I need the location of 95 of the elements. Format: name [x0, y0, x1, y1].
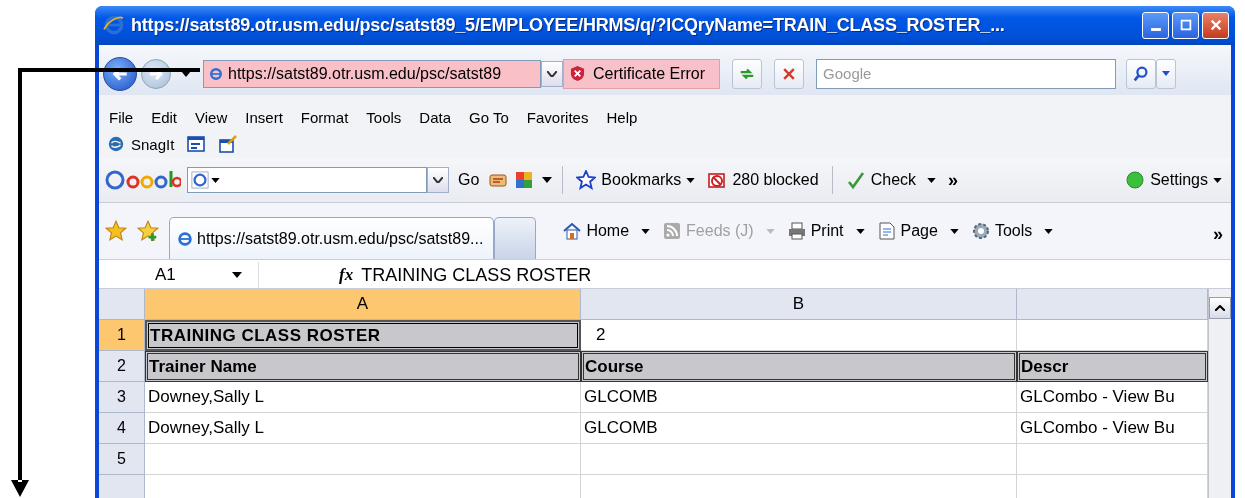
add-favorite-icon[interactable] [137, 220, 159, 243]
puzzle-icon[interactable] [514, 170, 535, 191]
maximize-button[interactable] [1172, 11, 1199, 39]
window-capture-icon[interactable] [186, 134, 207, 155]
refresh-button[interactable] [732, 58, 763, 89]
command-button[interactable]: Page [874, 221, 961, 242]
google-search-field[interactable] [187, 167, 427, 194]
status-dot-icon [1125, 170, 1146, 191]
table-cell: GLCOMB [581, 413, 1017, 444]
check-mark-icon [845, 170, 866, 191]
dropdown-button[interactable] [541, 60, 563, 87]
caret-icon [855, 228, 865, 234]
settings-button[interactable]: Settings [1122, 170, 1225, 191]
menu-item[interactable]: Help [598, 109, 648, 127]
caret-icon [1162, 71, 1171, 77]
caret-icon [232, 272, 242, 279]
browser-tab[interactable]: https://satst89.otr.usm.edu/psc/satst89... [169, 217, 495, 260]
house-icon [562, 221, 583, 242]
spell-check-button[interactable]: Check [842, 170, 940, 191]
table-cell: Course [581, 351, 1017, 382]
command-button[interactable]: Print [784, 221, 867, 242]
feed-icon [662, 221, 683, 242]
caret-icon [641, 228, 651, 234]
search-field[interactable]: Google [816, 58, 1117, 89]
scroll-up-button[interactable] [1209, 297, 1231, 319]
google-g-icon [191, 171, 209, 190]
menu-item[interactable]: Edit [143, 109, 188, 127]
row-header[interactable]: 5 [99, 444, 145, 475]
menu-item[interactable]: File [107, 109, 144, 127]
address-field[interactable]: https://satst89.otr.usm.edu/psc/satst89 [203, 59, 541, 88]
search-button[interactable] [1126, 58, 1157, 89]
formula-field[interactable]: TRAINING CLASS ROSTER [361, 264, 592, 286]
blocked-window-icon [707, 170, 728, 191]
name-box[interactable]: A1 [99, 262, 259, 288]
column-header[interactable]: A [145, 289, 581, 320]
minimize-button[interactable] [1142, 11, 1169, 39]
page-icon [208, 65, 224, 82]
gear-icon [970, 221, 991, 242]
menu-item[interactable]: Format [292, 109, 359, 127]
table-cell: Downey,Sally L [145, 382, 581, 413]
column-header[interactable]: B [581, 289, 1017, 320]
row-header[interactable]: 2 [99, 351, 145, 382]
command-button[interactable]: Tools [968, 221, 1056, 242]
go-button[interactable]: Go [455, 171, 483, 190]
caret-icon [686, 177, 696, 183]
chevron-up-icon [1215, 305, 1225, 311]
table-cell: Trainer Name [145, 351, 581, 382]
menu-item[interactable]: Tools [358, 109, 412, 127]
close-button[interactable] [1202, 11, 1229, 39]
bookmarks-button[interactable]: Bookmarks [573, 170, 699, 191]
window-title: https://satst89.otr.usm.edu/psc/satst89_5/EMPLOYEE/HRMS/q/?ICQryName=TRAIN_CLASS_ROSTER_... [131, 14, 1006, 36]
row-header[interactable]: 3 [99, 382, 145, 413]
caret-icon [1213, 177, 1222, 183]
menu-item[interactable]: View [187, 109, 238, 127]
command-button[interactable]: Home [560, 221, 653, 242]
row-header[interactable]: 4 [99, 413, 145, 444]
page-icon [176, 229, 194, 248]
snagit-logo-icon [107, 135, 125, 154]
favorites-star-icon[interactable] [105, 220, 127, 243]
table-cell: TRAINING CLASS ROSTER [145, 320, 581, 351]
caret-icon[interactable] [211, 177, 220, 183]
printer-icon [786, 221, 807, 242]
chevron-icon [547, 70, 557, 77]
caret-icon[interactable] [542, 177, 553, 184]
menu-item[interactable]: Go To [461, 109, 519, 127]
popup-blocker-button[interactable]: 280 blocked [704, 170, 822, 191]
star-icon [576, 170, 597, 191]
close-icon [1208, 18, 1223, 33]
menu-item[interactable]: Data [411, 109, 462, 127]
dropdown-button[interactable] [427, 167, 449, 194]
window-edit-icon[interactable] [218, 134, 239, 155]
chevron-icon [433, 177, 443, 184]
more-button[interactable]: » [1211, 223, 1225, 245]
menu-item[interactable]: Favorites [518, 109, 599, 127]
minimize-icon [1150, 27, 1161, 31]
search-options-button[interactable] [1156, 58, 1177, 89]
more-button[interactable]: » [945, 169, 962, 191]
caret-icon [1044, 228, 1054, 234]
page-icon [876, 221, 897, 242]
function-label: fx [339, 265, 354, 286]
table-cell: GLCOMB [581, 382, 1017, 413]
caret-icon [949, 228, 959, 234]
table-cell: Descr [1017, 351, 1208, 382]
certificate-error-button[interactable]: Certificate Error [563, 58, 721, 89]
shield-icon [570, 65, 585, 83]
menu-item[interactable]: Insert [237, 109, 293, 127]
snagit-button[interactable]: SnagIt [107, 135, 175, 154]
caret-icon [765, 228, 775, 234]
table-cell: Downey,Sally L [145, 413, 581, 444]
maximize-icon [1178, 18, 1193, 33]
scrollbar[interactable] [1208, 289, 1231, 498]
caret-icon [927, 177, 937, 183]
row-header[interactable]: 1 [99, 320, 145, 351]
browser-logo-icon [103, 14, 125, 37]
stop-button[interactable] [774, 58, 805, 89]
